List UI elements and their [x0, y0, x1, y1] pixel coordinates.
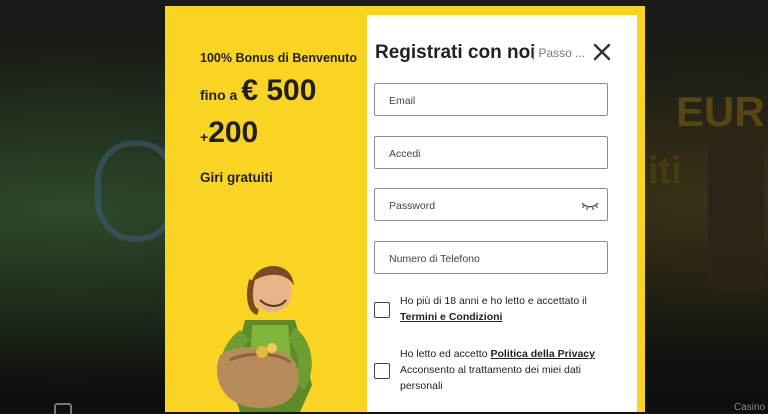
free-spins-value: 200: [208, 116, 259, 149]
password-field[interactable]: [374, 188, 608, 222]
mascot-character-illustration: [216, 266, 312, 412]
free-spins-amount: +200: [200, 116, 258, 150]
email-input[interactable]: [387, 84, 581, 117]
phone-field[interactable]: [374, 241, 608, 275]
username-field[interactable]: [374, 136, 608, 170]
data-processing-consent-label: Acconsento al trattamento dei miei dati …: [400, 364, 581, 392]
free-spins-plus: +: [200, 129, 209, 145]
phone-input[interactable]: [387, 242, 581, 275]
privacy-text: Ho letto ed accetto Politica della Priva…: [400, 346, 615, 394]
email-field[interactable]: [374, 83, 608, 117]
username-input[interactable]: [387, 137, 581, 170]
casino-nav-label[interactable]: Casino: [734, 402, 765, 413]
wallet-icon[interactable]: [54, 403, 72, 414]
bonus-headline: 100% Bonus di Benvenuto: [200, 51, 357, 65]
password-input[interactable]: [387, 189, 581, 222]
form-title: Registrati con noi: [375, 42, 536, 63]
free-spins-label: Giri gratuiti: [200, 170, 273, 185]
background-promo-text-2: iti: [648, 150, 682, 192]
step-indicator: | Passo ...: [532, 46, 586, 60]
bonus-amount-prefix: fino a: [200, 87, 238, 103]
bonus-amount-value: € 500: [241, 74, 317, 107]
privacy-label: Ho letto ed accetto: [400, 348, 488, 360]
registration-form-panel: Registrati con noi | Passo ... Ho più di…: [367, 15, 637, 412]
bonus-amount: fino a € 500: [200, 74, 316, 108]
terms-link[interactable]: Termini e Condizioni: [400, 311, 502, 323]
close-icon[interactable]: [591, 41, 613, 63]
privacy-checkbox[interactable]: [374, 363, 390, 379]
privacy-policy-link[interactable]: Politica della Privacy: [490, 348, 594, 360]
age-terms-text: Ho più di 18 anni e ho letto e accettato…: [400, 293, 615, 325]
background-promo-text: EUR: [676, 88, 765, 135]
eye-closed-icon[interactable]: [581, 198, 599, 212]
age-terms-checkbox[interactable]: [374, 302, 390, 318]
age-terms-label: Ho più di 18 anni e ho letto e accettato…: [400, 295, 587, 307]
background-treasure-art: [708, 140, 764, 290]
